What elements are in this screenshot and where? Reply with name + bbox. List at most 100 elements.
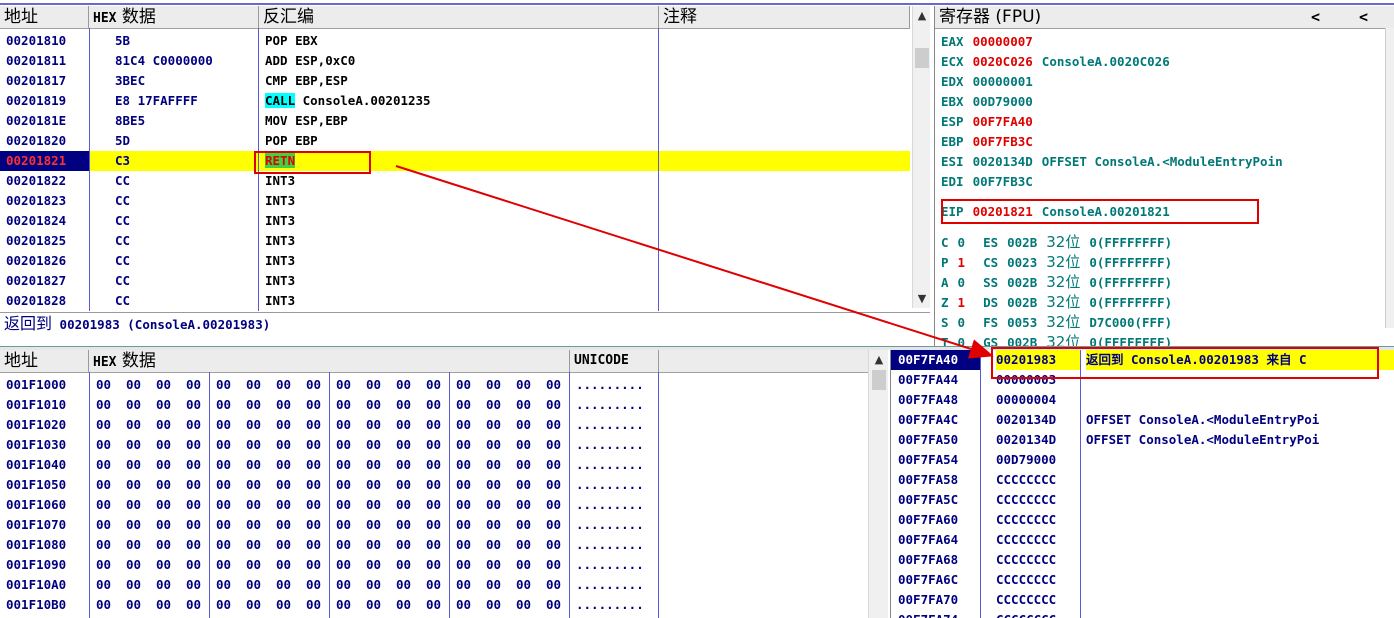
scroll-thumb[interactable]: [915, 48, 929, 68]
disassembly-row[interactable]: 00201811 81C4 C0000000 ADD ESP,0xC0: [0, 51, 910, 71]
disasm-address[interactable]: 00201824: [0, 211, 89, 231]
disasm-address[interactable]: 00201822: [0, 171, 89, 191]
dump-byte[interactable]: 00: [156, 495, 180, 515]
dump-byte[interactable]: 00: [246, 575, 270, 595]
dump-byte[interactable]: 00: [246, 515, 270, 535]
dump-byte[interactable]: 00: [366, 495, 390, 515]
dump-byte[interactable]: 00: [246, 555, 270, 575]
disasm-hex[interactable]: 5D: [115, 131, 255, 151]
dump-byte[interactable]: 00: [366, 595, 390, 615]
dump-unicode[interactable]: .........: [576, 455, 656, 475]
disasm-address[interactable]: 00201817: [0, 71, 89, 91]
flag-value[interactable]: 0: [958, 235, 966, 250]
disasm-instruction[interactable]: INT3: [265, 171, 655, 191]
register-value[interactable]: 00F7FA40: [973, 114, 1033, 129]
disasm-instruction[interactable]: POP EBX: [265, 31, 655, 51]
dump-byte[interactable]: 00: [186, 555, 210, 575]
dump-byte[interactable]: 00: [96, 495, 120, 515]
register-row-esi[interactable]: ESI 0020134D OFFSET ConsoleA.<ModuleEntryP…: [941, 152, 1381, 172]
dump-byte[interactable]: 00: [306, 435, 330, 455]
disasm-comment[interactable]: [662, 91, 907, 111]
dump-byte[interactable]: 00: [426, 575, 450, 595]
segment-selector[interactable]: 002B: [1007, 335, 1037, 346]
dump-col-header-hex[interactable]: HEX 数据: [89, 350, 570, 372]
dump-byte[interactable]: 00: [186, 395, 210, 415]
register-row-eax[interactable]: EAX 00000007: [941, 32, 1381, 52]
dump-address[interactable]: 001F10B0: [0, 595, 89, 615]
register-row-ebp[interactable]: EBP 00F7FB3C: [941, 132, 1381, 152]
dump-byte[interactable]: 00: [516, 415, 540, 435]
dump-byte[interactable]: 00: [546, 495, 570, 515]
dump-byte[interactable]: 00: [306, 555, 330, 575]
dump-byte[interactable]: 00: [276, 555, 300, 575]
disasm-comment[interactable]: [662, 71, 907, 91]
dump-byte[interactable]: 00: [336, 495, 360, 515]
dump-byte[interactable]: 00: [156, 515, 180, 535]
dump-address[interactable]: 001F1040: [0, 455, 89, 475]
dump-byte[interactable]: 00: [426, 535, 450, 555]
disasm-hex[interactable]: CC: [115, 171, 255, 191]
disasm-comment[interactable]: [662, 231, 907, 251]
flag-segment-row[interactable]: T 0 GS 002B 32位 0(FFFFFFFF): [941, 332, 1381, 346]
dump-byte[interactable]: 00: [216, 475, 240, 495]
dump-byte[interactable]: 00: [426, 395, 450, 415]
dump-byte[interactable]: 00: [336, 515, 360, 535]
dump-byte[interactable]: 00: [546, 575, 570, 595]
dump-byte[interactable]: 00: [246, 535, 270, 555]
dump-byte[interactable]: 00: [306, 375, 330, 395]
dump-byte[interactable]: 00: [546, 595, 570, 615]
segment-selector[interactable]: 0023: [1007, 255, 1037, 270]
disassembly-row[interactable]: 00201819 E8 17FAFFFF CALL ConsoleA.0020123…: [0, 91, 910, 111]
segment-selector[interactable]: 002B: [1007, 275, 1037, 290]
dump-byte[interactable]: 00: [516, 575, 540, 595]
register-value[interactable]: 0020C026: [973, 54, 1033, 69]
disasm-hex[interactable]: E8 17FAFFFF: [115, 91, 255, 111]
dump-unicode[interactable]: .........: [576, 495, 656, 515]
disasm-comment[interactable]: [662, 191, 907, 211]
register-value[interactable]: 00000001: [973, 74, 1033, 89]
stack-address[interactable]: 00F7FA4C: [891, 410, 980, 430]
stack-value[interactable]: CCCCCCCC: [996, 530, 1080, 550]
dump-byte[interactable]: 00: [306, 455, 330, 475]
dump-byte[interactable]: 00: [546, 455, 570, 475]
dump-byte[interactable]: 00: [336, 595, 360, 615]
stack-row[interactable]: 00F7FA6C CCCCCCCC: [891, 570, 1394, 590]
disasm-comment[interactable]: [662, 291, 907, 311]
stack-value[interactable]: CCCCCCCC: [996, 550, 1080, 570]
stack-row[interactable]: 00F7FA5C CCCCCCCC: [891, 490, 1394, 510]
disasm-instruction[interactable]: CALL ConsoleA.00201235: [265, 91, 655, 111]
dump-byte[interactable]: 00: [96, 395, 120, 415]
dump-byte[interactable]: 00: [156, 415, 180, 435]
stack-address[interactable]: 00F7FA44: [891, 370, 980, 390]
dump-byte[interactable]: 00: [426, 435, 450, 455]
disasm-address[interactable]: 00201821: [0, 151, 89, 171]
dump-byte[interactable]: 00: [216, 375, 240, 395]
stack-row[interactable]: 00F7FA64 CCCCCCCC: [891, 530, 1394, 550]
dump-address[interactable]: 001F10A0: [0, 575, 89, 595]
dump-byte[interactable]: 00: [246, 475, 270, 495]
dump-address[interactable]: 001F1050: [0, 475, 89, 495]
dump-byte[interactable]: 00: [126, 415, 150, 435]
dump-byte[interactable]: 00: [246, 455, 270, 475]
dump-byte[interactable]: 00: [486, 575, 510, 595]
dump-byte[interactable]: 00: [456, 495, 480, 515]
dump-byte[interactable]: 00: [276, 415, 300, 435]
disasm-comment[interactable]: [662, 151, 907, 171]
dump-byte[interactable]: 00: [306, 595, 330, 615]
dump-byte[interactable]: 00: [276, 515, 300, 535]
registers-nav-left-button[interactable]: <: [1311, 6, 1320, 28]
dump-scroll-up-arrow-icon[interactable]: ▲: [869, 353, 888, 366]
dump-byte[interactable]: 00: [126, 455, 150, 475]
dump-byte[interactable]: 00: [426, 495, 450, 515]
dump-byte[interactable]: 00: [306, 395, 330, 415]
dump-byte[interactable]: 00: [186, 415, 210, 435]
dump-byte[interactable]: 00: [336, 535, 360, 555]
dump-byte[interactable]: 00: [306, 415, 330, 435]
stack-address[interactable]: 00F7FA50: [891, 430, 980, 450]
flag-value[interactable]: 0: [958, 335, 966, 346]
dump-byte[interactable]: 00: [396, 515, 420, 535]
dump-byte[interactable]: 00: [306, 515, 330, 535]
dump-byte[interactable]: 00: [156, 535, 180, 555]
disasm-hex[interactable]: C3: [115, 151, 255, 171]
disassembly-row[interactable]: 00201817 3BEC CMP EBP,ESP: [0, 71, 910, 91]
